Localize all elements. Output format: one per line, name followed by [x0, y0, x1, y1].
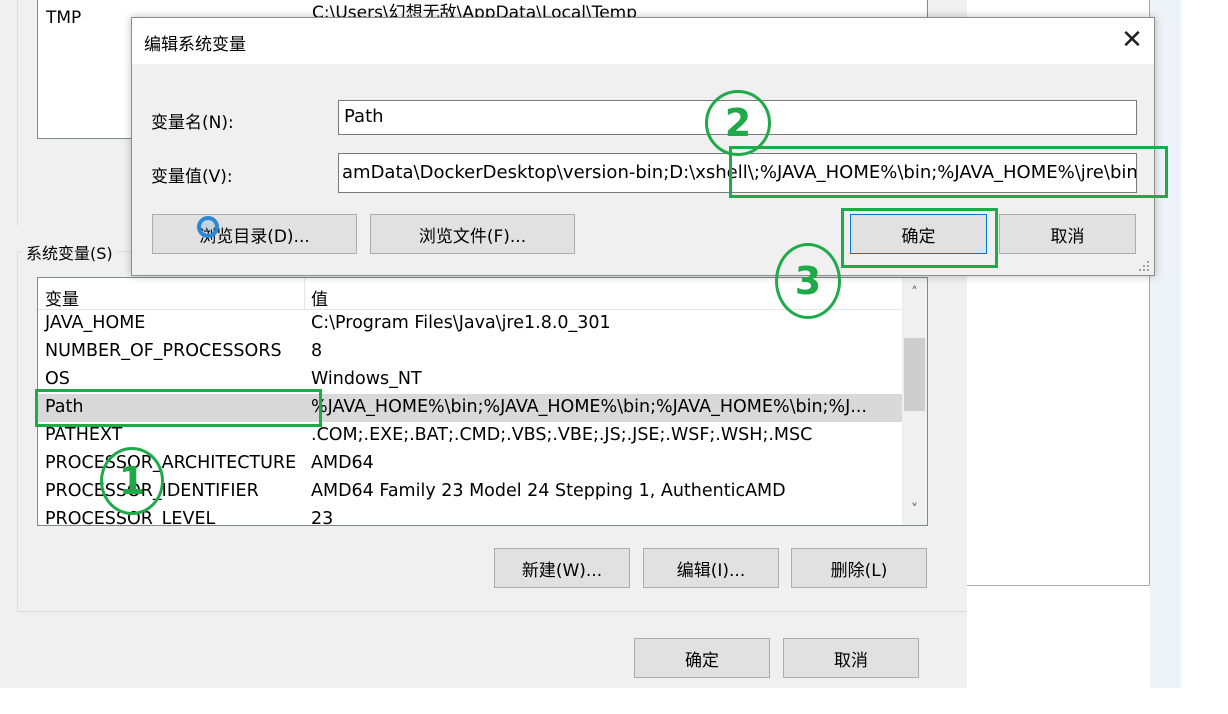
delete-button[interactable]: 删除(L)	[791, 548, 927, 588]
row-value: %JAVA_HOME%\bin;%JAVA_HOME%\bin;%JAVA_HO…	[311, 397, 867, 417]
annotation-path-row-box	[35, 389, 322, 427]
table-row[interactable]: PROCESSOR_IDENTIFIER AMD64 Family 23 Mode…	[38, 478, 902, 506]
system-variables-label: 系统变量(S)	[22, 240, 117, 264]
browse-file-button[interactable]: 浏览文件(F)...	[370, 214, 575, 254]
close-icon[interactable]: ✕	[1116, 24, 1148, 56]
list-header: 变量 值	[38, 278, 902, 310]
variable-name-label: 变量名(N):	[151, 113, 234, 133]
vertical-scrollbar[interactable]: ˄ ˅	[902, 278, 927, 525]
busy-cursor-icon	[197, 216, 219, 238]
column-separator[interactable]	[304, 278, 305, 310]
column-header-value[interactable]: 值	[311, 285, 328, 310]
scroll-thumb[interactable]	[904, 338, 925, 411]
row-value: AMD64 Family 23 Model 24 Stepping 1, Aut…	[311, 481, 786, 501]
user-var-name-tmp[interactable]: TMP	[46, 8, 81, 28]
annotation-step-3: 3	[775, 243, 841, 319]
browse-directory-button[interactable]: 浏览目录(D)...	[152, 214, 357, 254]
table-row[interactable]: PROCESSOR_LEVEL 23	[38, 506, 902, 526]
dialog-titlebar[interactable]: 编辑系统变量 ✕	[132, 18, 1154, 64]
row-name: PATHEXT	[45, 425, 123, 445]
annotation-step-1: 1	[100, 447, 164, 515]
row-value: AMD64	[311, 453, 374, 473]
variable-value-label: 变量值(V):	[151, 167, 233, 187]
row-name: JAVA_HOME	[45, 313, 146, 333]
annotation-ok-box	[841, 208, 998, 268]
edit-button[interactable]: 编辑(I)...	[643, 548, 779, 588]
ok-button[interactable]: 确定	[634, 638, 770, 678]
row-name: NUMBER_OF_PROCESSORS	[45, 341, 282, 361]
row-name: OS	[45, 369, 70, 389]
row-value: 8	[311, 341, 323, 361]
table-row[interactable]: PROCESSOR_ARCHITECTURE AMD64	[38, 450, 902, 478]
row-value: .COM;.EXE;.BAT;.CMD;.VBS;.VBE;.JS;.JSE;.…	[311, 425, 813, 445]
scroll-up-arrow-icon[interactable]: ˄	[902, 278, 927, 308]
row-value: 23	[311, 509, 334, 526]
cancel-button[interactable]: 取消	[783, 638, 919, 678]
row-value: C:\Program Files\Java\jre1.8.0_301	[311, 313, 611, 333]
column-header-name[interactable]: 变量	[45, 285, 79, 310]
user-variables-group-border	[17, 0, 18, 226]
new-button[interactable]: 新建(W)...	[494, 548, 630, 588]
resize-grip-icon[interactable]	[1136, 258, 1150, 272]
dialog-title: 编辑系统变量	[144, 35, 246, 55]
dialog-cancel-button[interactable]: 取消	[999, 214, 1136, 254]
annotation-step-2: 2	[705, 90, 771, 156]
annotation-value-box	[729, 146, 1168, 198]
row-name: PROCESSOR_ARCHITECTURE	[45, 453, 297, 473]
row-value: Windows_NT	[311, 369, 422, 389]
table-row[interactable]: JAVA_HOME C:\Program Files\Java\jre1.8.0_…	[38, 310, 902, 338]
table-row[interactable]: NUMBER_OF_PROCESSORS 8	[38, 338, 902, 366]
scroll-down-arrow-icon[interactable]: ˅	[902, 495, 927, 525]
